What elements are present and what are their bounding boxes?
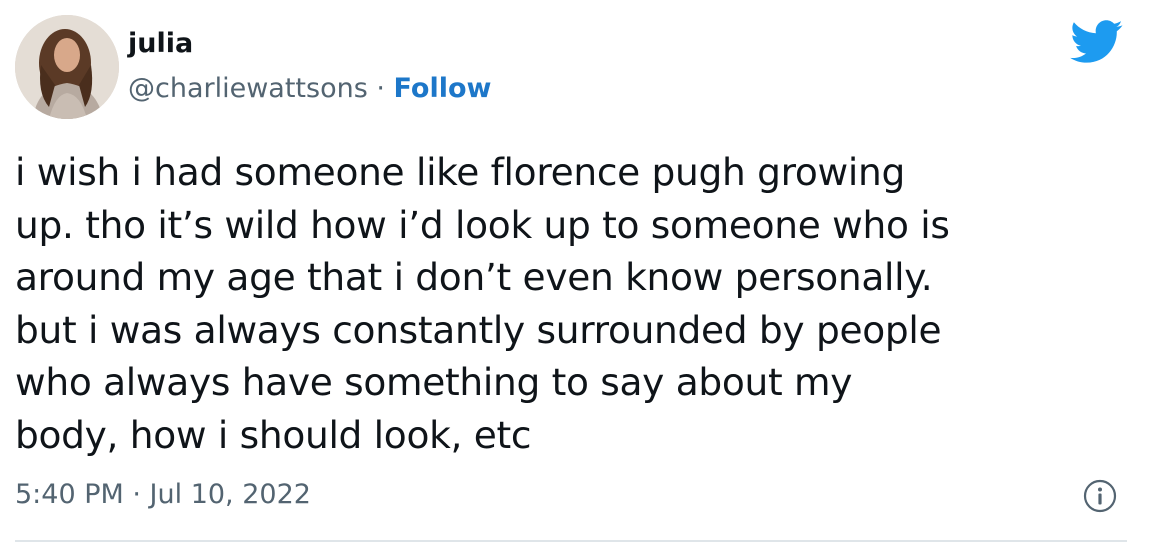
avatar[interactable] xyxy=(15,15,119,119)
tweet-timestamp[interactable]: 5:40 PM · Jul 10, 2022 xyxy=(15,477,311,513)
twitter-bird-icon[interactable] xyxy=(1070,20,1124,64)
follow-button[interactable]: Follow xyxy=(394,73,492,104)
tweet-text: i wish i had someone like florence pugh … xyxy=(15,150,950,457)
display-name[interactable]: julia xyxy=(128,26,193,62)
handle-row: @charliewattsons · Follow xyxy=(128,71,491,107)
tweet-card: julia @charliewattsons · Follow i wish i… xyxy=(0,0,1154,548)
info-icon[interactable] xyxy=(1083,479,1117,513)
user-handle[interactable]: @charliewattsons xyxy=(128,73,368,104)
handle-separator: · xyxy=(367,73,394,104)
divider xyxy=(15,540,1127,542)
